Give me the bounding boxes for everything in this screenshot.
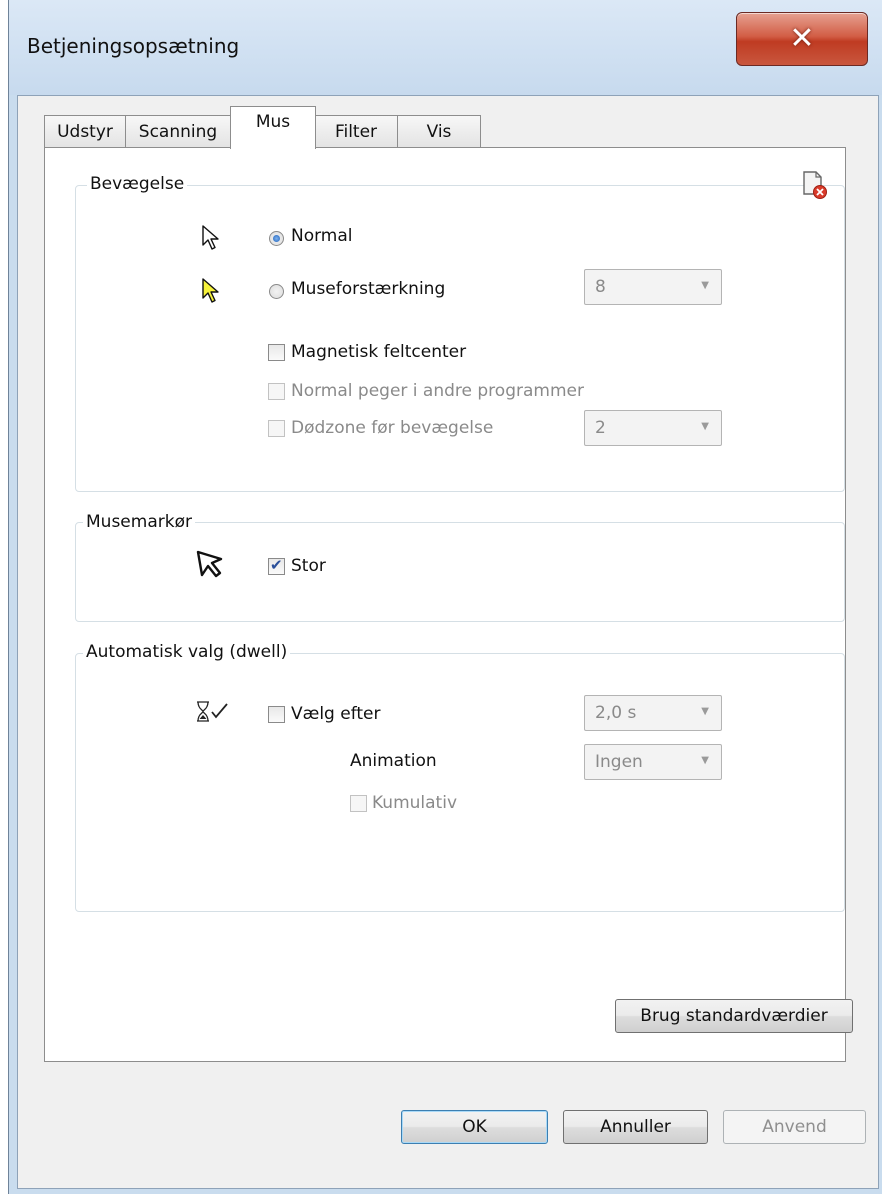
chevron-down-icon: ▼ (701, 755, 709, 766)
tab-mus[interactable]: Mus (230, 106, 316, 149)
select-after-value: 2,0 s (595, 703, 637, 723)
tab-panel-mus: Bevægelse Normal Museforstærkning 8 ▼ Ma… (44, 147, 853, 1062)
animation-value: Ingen (595, 752, 643, 772)
ok-button[interactable]: OK (401, 1110, 548, 1144)
normal-pointer-other-programs-label: Normal peger i andre programmer (291, 381, 584, 401)
title-bar[interactable]: Betjeningsopsætning ✕ (9, 0, 882, 95)
hourglass-check-icon (195, 701, 229, 728)
tab-filter[interactable]: Filter (314, 115, 398, 148)
dwell-group-title: Automatisk valg (dwell) (83, 642, 291, 662)
cumulative-label: Kumulativ (372, 793, 457, 813)
select-after-dropdown[interactable]: 2,0 s ▼ (584, 695, 722, 731)
movement-group (75, 185, 845, 492)
use-defaults-button[interactable]: Brug standardværdier (615, 999, 853, 1033)
animation-label: Animation (350, 751, 437, 771)
chevron-down-icon: ▼ (701, 280, 709, 291)
yellow-pointer-arrow-icon (201, 278, 221, 309)
mouse-gain-value: 8 (595, 277, 606, 297)
cursor-group-title: Musemarkør (83, 512, 195, 532)
deadzone-label: Dødzone før bevægelse (291, 418, 494, 438)
select-after-checkbox[interactable] (268, 706, 285, 723)
dialog-client-area: Udstyr Scanning Mus Filter Vis Bevægelse (17, 95, 879, 1189)
normal-label: Normal (291, 226, 353, 246)
magnetic-center-checkbox[interactable] (268, 344, 285, 361)
tab-vis[interactable]: Vis (397, 115, 481, 148)
normal-radio[interactable] (269, 231, 284, 246)
normal-pointer-other-programs-checkbox (268, 383, 285, 400)
deadzone-checkbox (268, 420, 285, 437)
pointer-arrow-icon (201, 225, 221, 256)
dialog-window: Betjeningsopsætning ✕ Udstyr Scanning Mu… (8, 0, 882, 1194)
deadzone-dropdown[interactable]: 2 ▼ (584, 410, 722, 446)
cursor-group (75, 522, 845, 622)
apply-button: Anvend (723, 1110, 866, 1144)
large-cursor-label: Stor (291, 556, 326, 576)
movement-group-title: Bevægelse (87, 174, 188, 194)
window-title: Betjeningsopsætning (27, 34, 240, 58)
close-icon: ✕ (789, 21, 815, 56)
chevron-down-icon: ▼ (701, 706, 709, 717)
chevron-down-icon: ▼ (701, 421, 709, 432)
magnetic-center-label: Magnetisk feltcenter (291, 342, 467, 362)
select-after-label: Vælg efter (291, 704, 381, 724)
dwell-group (75, 653, 845, 912)
tab-scanning[interactable]: Scanning (125, 115, 231, 148)
large-cursor-icon (195, 549, 225, 584)
tab-udstyr[interactable]: Udstyr (44, 115, 126, 148)
deadzone-value: 2 (595, 418, 606, 438)
mouse-gain-label: Museforstærkning (291, 279, 446, 299)
mouse-gain-dropdown[interactable]: 8 ▼ (584, 269, 722, 305)
animation-dropdown[interactable]: Ingen ▼ (584, 744, 722, 780)
cumulative-checkbox (350, 795, 367, 812)
reset-document-icon[interactable] (801, 170, 829, 205)
cancel-button[interactable]: Annuller (563, 1110, 708, 1144)
close-button[interactable]: ✕ (736, 12, 868, 66)
large-cursor-checkbox[interactable] (268, 556, 285, 575)
mouse-gain-radio[interactable] (269, 284, 284, 299)
